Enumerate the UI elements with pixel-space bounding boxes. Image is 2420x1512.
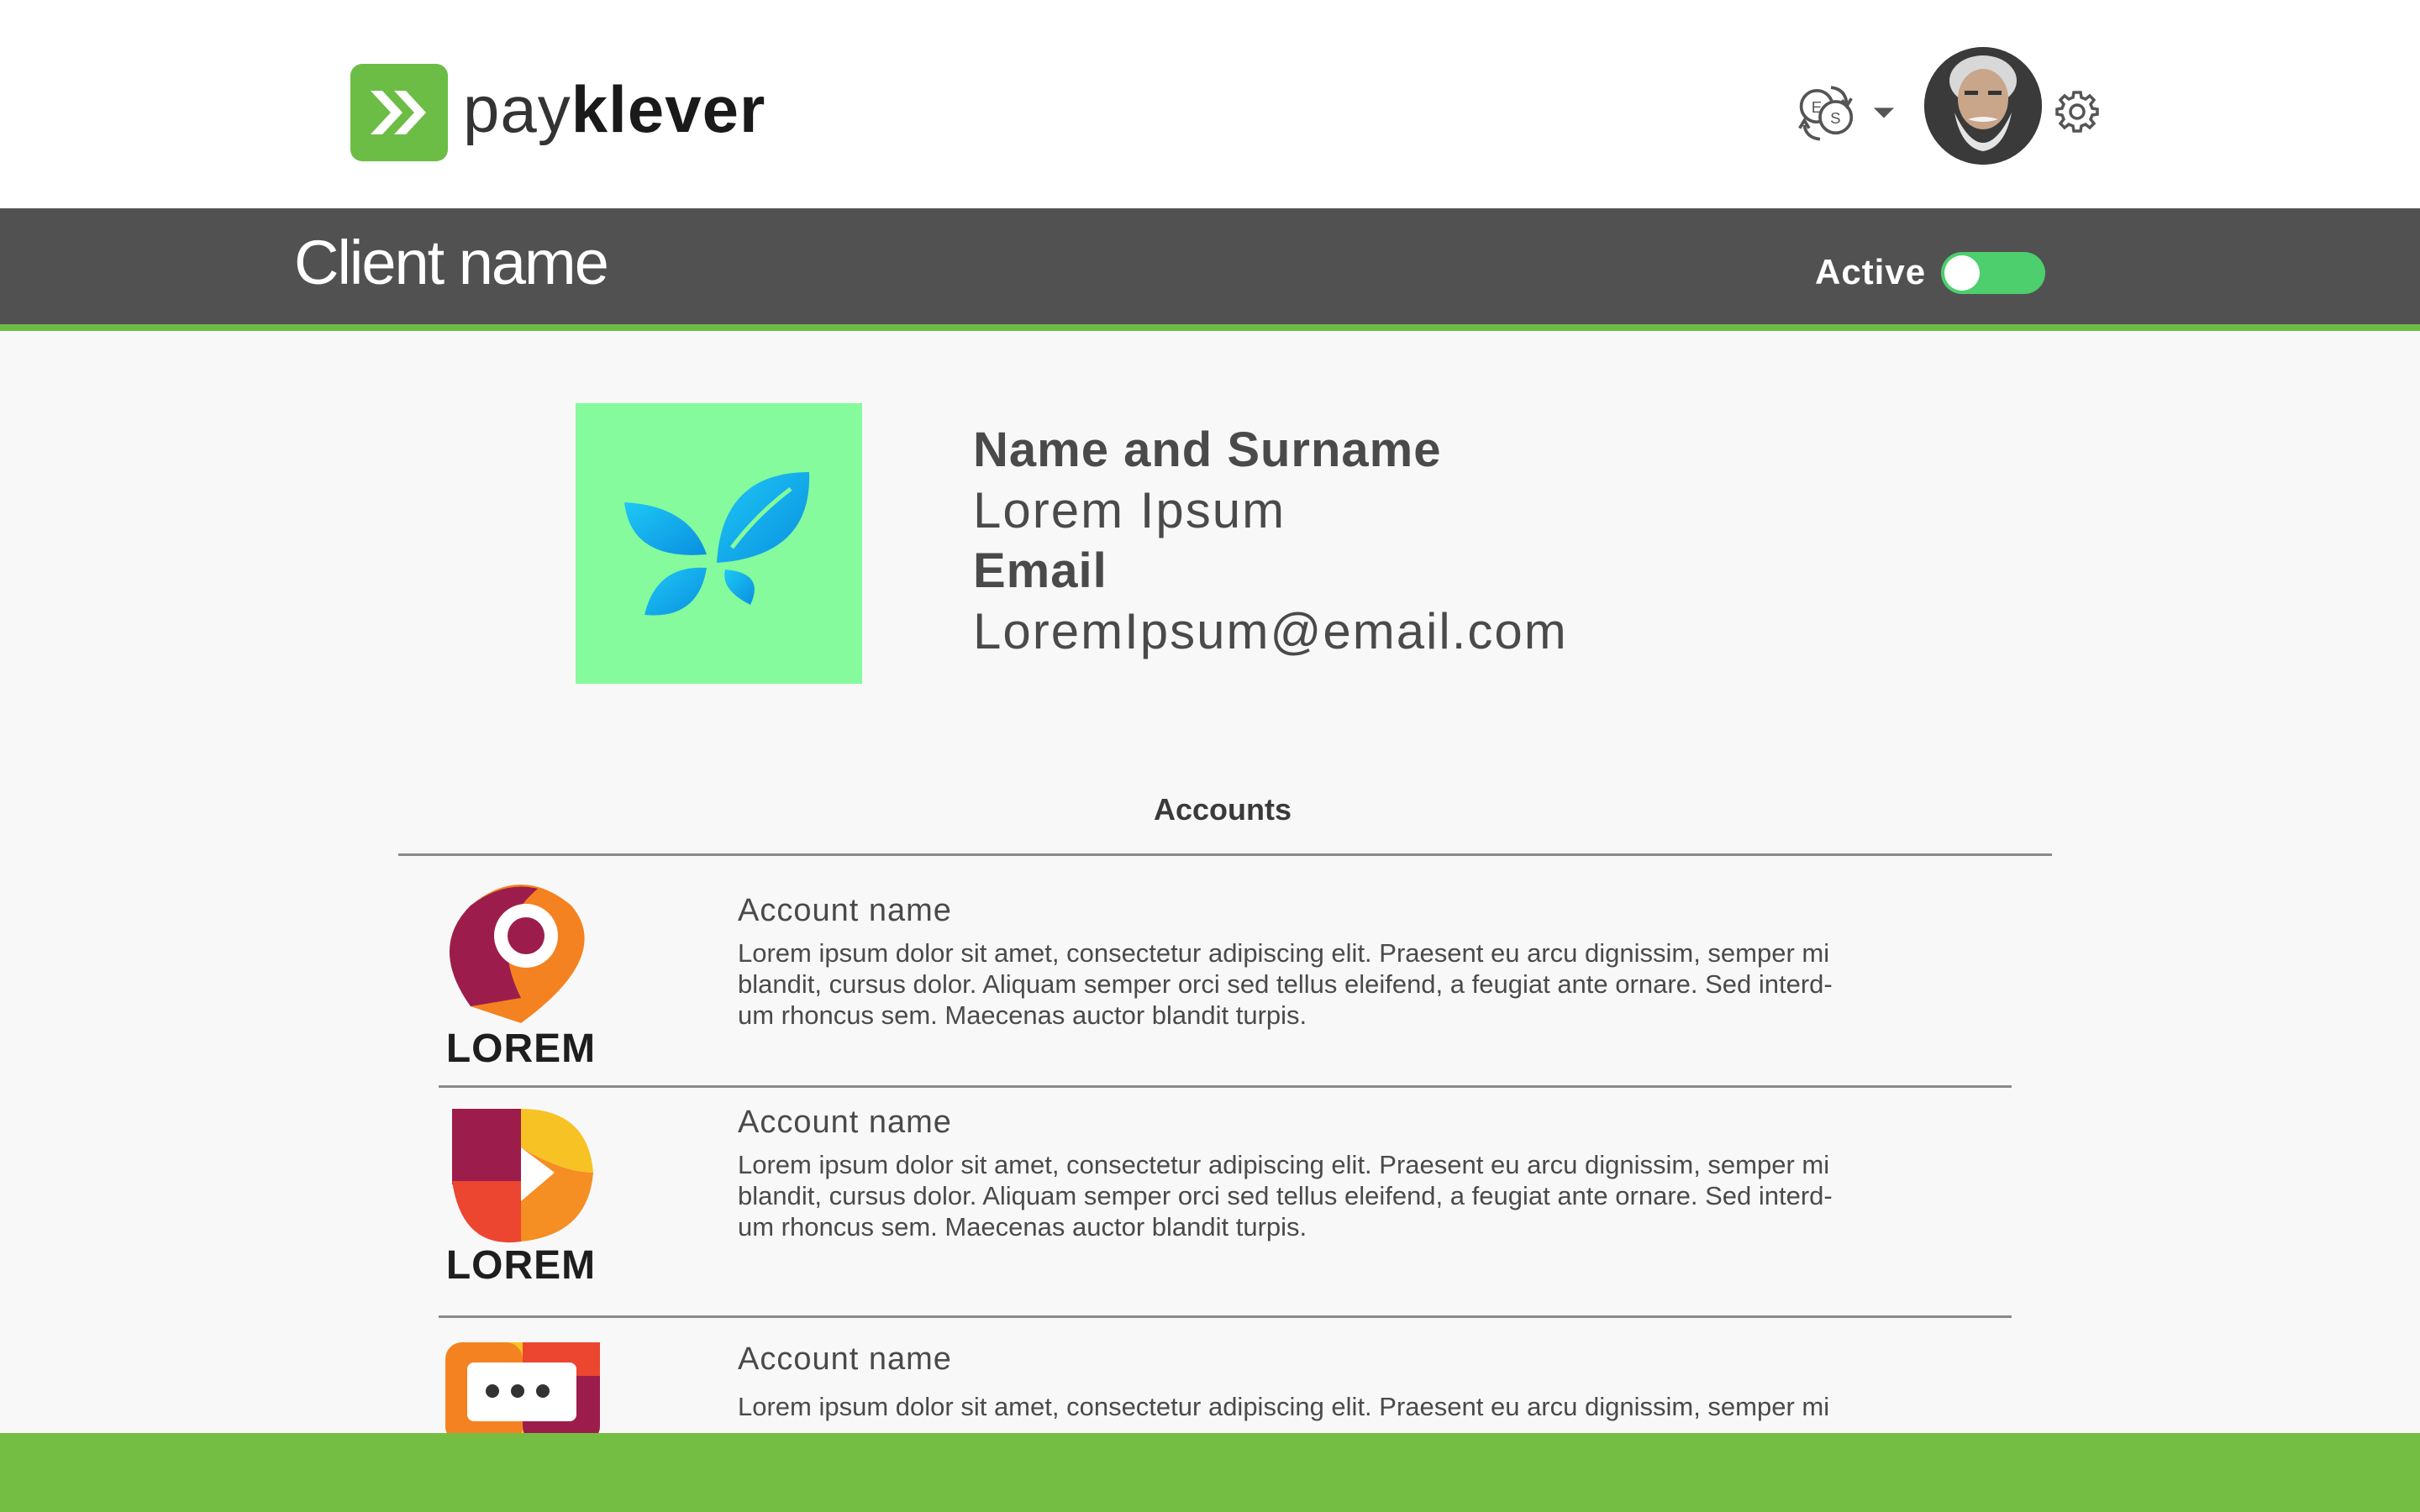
account-description-line: Lorem ipsum dolor sit amet, consectetur … [738,938,1830,968]
account-item-3[interactable]: Account name Lorem ipsum dolor sit amet,… [738,1339,1948,1422]
gear-icon [2055,91,2099,133]
account-description-line: Lorem ipsum dolor sit amet, consectetur … [738,1392,1830,1421]
active-toggle[interactable] [1941,252,2045,294]
svg-text:S: S [1830,109,1840,127]
account-description-line: Lorem ipsum dolor sit amet, consectetur … [738,1150,1830,1179]
account-logo-1[interactable]: LOREM [437,880,605,1071]
account-item-1[interactable]: Account name Lorem ipsum dolor sit amet,… [738,890,1948,1031]
account-item-2[interactable]: Account name Lorem ipsum dolor sit amet,… [738,1102,1948,1242]
client-profile-info: Name and Surname Lorem Ipsum Email Lorem… [973,420,1568,662]
account-description-2: Lorem ipsum dolor sit amet, consectetur … [738,1149,1948,1242]
account-logo-3[interactable] [437,1339,605,1444]
brand-mark-icon [350,64,448,161]
settings-button[interactable] [2055,89,2099,133]
accounts-heading: Accounts [1153,792,1292,827]
account-name-2: Account name [738,1105,952,1140]
account-description-3: Lorem ipsum dolor sit amet, consectetur … [738,1391,1948,1422]
top-header: payklever E S [0,0,2420,208]
chevron-down-icon [1873,108,1895,118]
toggle-knob [1944,255,1980,291]
account-logo-text-2: LOREM [445,1243,597,1288]
account-logo-2[interactable]: LOREM [437,1100,605,1288]
brand-name: payklever [463,76,765,142]
footer-bar [0,1433,2420,1512]
name-label: Name and Surname [973,423,1442,477]
brand-logo[interactable]: payklever [350,64,765,161]
account-name-1: Account name [738,893,952,928]
currency-selector[interactable]: E S [1797,81,1896,144]
location-pin-logo [450,885,585,1023]
user-avatar[interactable] [1924,47,2042,165]
user-portrait-icon [1924,47,2042,165]
page: payklever E S Client name Active Name an… [0,0,2420,1512]
account-description-line: um rhoncus sem. Maecenas auctor blandit … [738,1000,1307,1030]
accounts-divider [398,853,2052,856]
chat-bubble-logo [445,1342,600,1443]
account-description-line: um rhoncus sem. Maecenas auctor blandit … [738,1212,1307,1242]
name-value: Lorem Ipsum [973,482,1286,538]
account-name-3: Account name [738,1341,952,1377]
account-description-1: Lorem ipsum dolor sit amet, consectetur … [738,937,1948,1031]
client-logo-image [576,403,862,684]
status-label: Active [1815,252,1927,291]
account-logo-text-1: LOREM [445,1026,597,1071]
email-value[interactable]: LoremIpsum@email.com [973,601,1568,662]
butterfly-logo [623,472,809,616]
petal-logo [452,1109,593,1243]
account-row-divider [439,1085,2012,1088]
brand-name-light: pay [463,72,571,146]
email-label: Email [973,543,1107,598]
account-row-divider [439,1315,2012,1318]
client-name-title: Client name [294,228,609,297]
account-description-line: blandit, cursus dolor. Aliquam semper or… [738,1181,1833,1210]
account-description-line: blandit, cursus dolor. Aliquam semper or… [738,969,1833,999]
brand-name-bold: klever [571,72,766,146]
client-bar-accent-line [0,324,2420,331]
